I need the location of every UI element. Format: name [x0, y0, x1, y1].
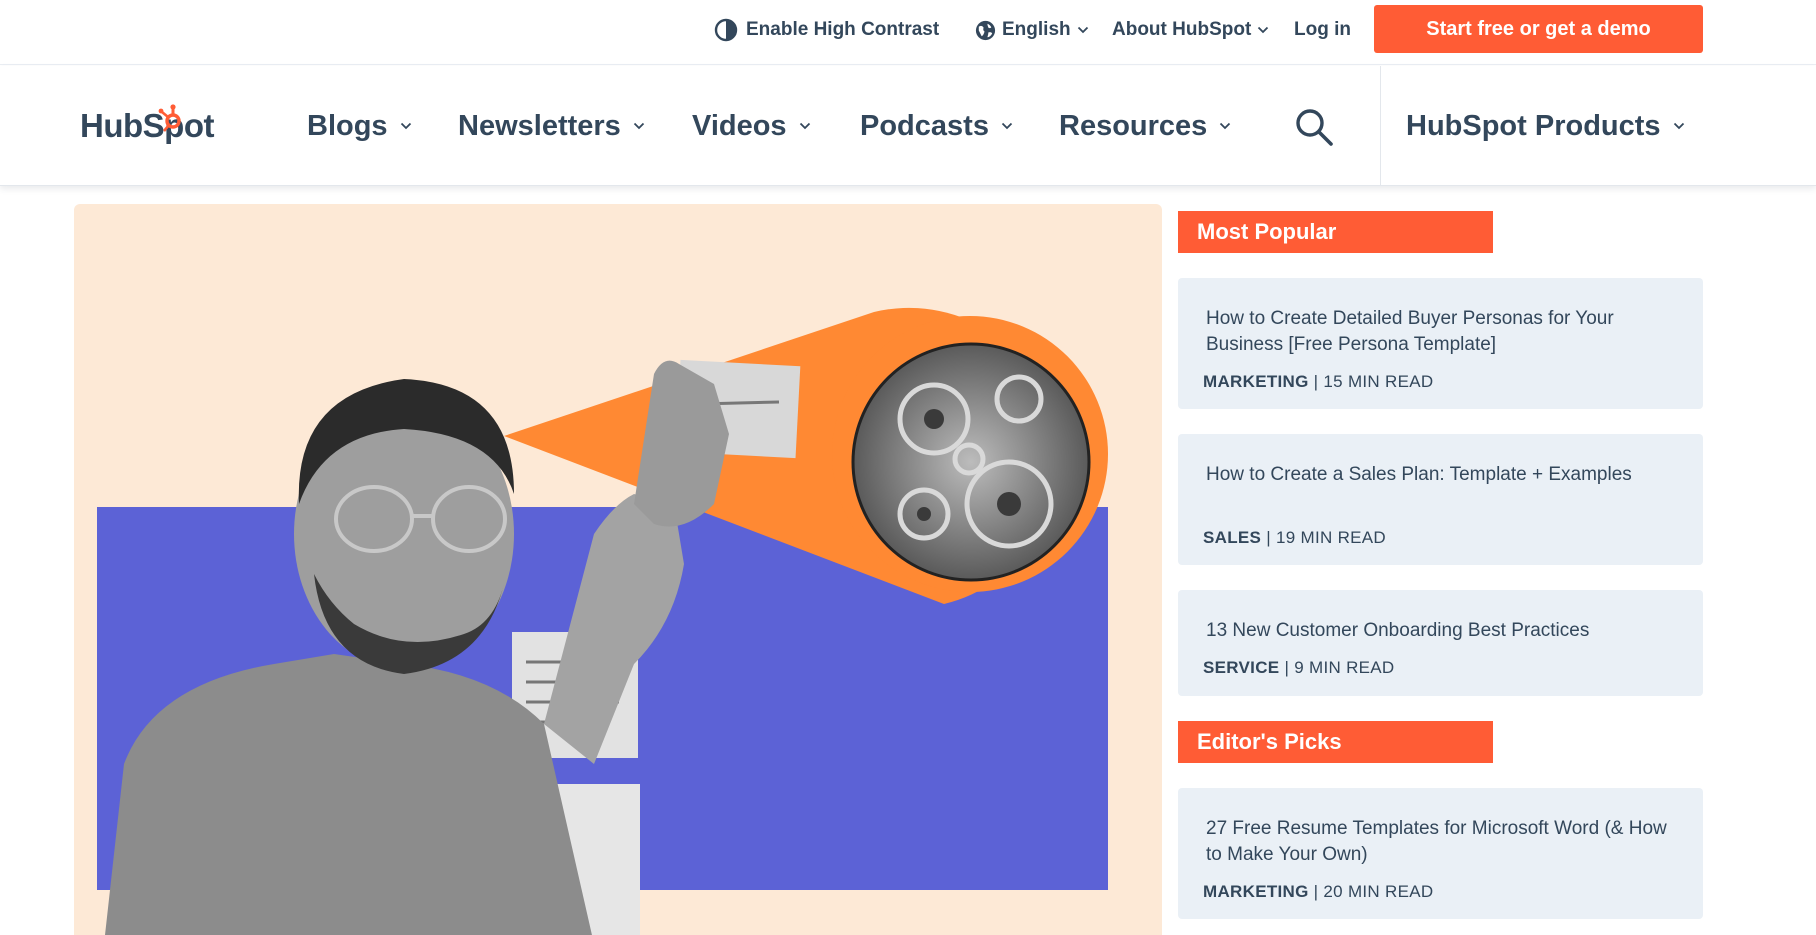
- logo-text: HubSpot: [80, 107, 214, 144]
- contrast-icon: [714, 18, 738, 42]
- nav-videos-label: Videos: [692, 109, 787, 142]
- nav-podcasts-label: Podcasts: [860, 109, 989, 142]
- nav-resources-label: Resources: [1059, 109, 1208, 142]
- article-title[interactable]: How to Create Detailed Buyer Personas fo…: [1206, 306, 1686, 358]
- meta-separator: |: [1308, 372, 1324, 391]
- chevron-down-icon: [400, 122, 412, 130]
- article-category[interactable]: SERVICE: [1203, 658, 1279, 677]
- article-read-time: 19 MIN READ: [1275, 528, 1387, 547]
- article-card[interactable]: How to Create Detailed Buyer Personas fo…: [1178, 278, 1703, 409]
- gears-circle: [851, 342, 1091, 582]
- nav-newsletters[interactable]: Newsletters: [458, 108, 645, 144]
- article-title[interactable]: 27 Free Resume Templates for Microsoft W…: [1206, 816, 1686, 868]
- search-icon: [1293, 109, 1335, 152]
- high-contrast-toggle[interactable]: Enable High Contrast: [714, 18, 939, 42]
- chevron-down-icon: [1219, 122, 1231, 130]
- chevron-down-icon: [1673, 122, 1685, 130]
- search-button[interactable]: [1293, 106, 1335, 148]
- chevron-down-icon: [799, 122, 811, 130]
- hubspot-products-label: HubSpot Products: [1406, 109, 1661, 142]
- article-meta: SALES | 19 MIN READ: [1203, 528, 1386, 548]
- hubspot-logo[interactable]: HubSpot: [80, 104, 214, 146]
- login-link[interactable]: Log in: [1294, 18, 1351, 42]
- hubspot-products-menu[interactable]: HubSpot Products: [1406, 108, 1685, 144]
- editors-picks-heading: Editor's Picks: [1178, 721, 1493, 763]
- nav-podcasts[interactable]: Podcasts: [860, 108, 1013, 144]
- utility-bar: Enable High Contrast English About HubSp…: [0, 0, 1816, 65]
- nav-divider: [1380, 66, 1381, 186]
- globe-icon: [974, 19, 997, 42]
- article-meta: MARKETING | 15 MIN READ: [1203, 372, 1433, 392]
- nav-resources[interactable]: Resources: [1059, 108, 1231, 144]
- chevron-down-icon: [1257, 26, 1269, 34]
- article-read-time: 9 MIN READ: [1294, 658, 1395, 677]
- chevron-down-icon: [1077, 26, 1089, 34]
- nav-newsletters-label: Newsletters: [458, 109, 621, 142]
- article-category[interactable]: MARKETING: [1203, 882, 1309, 901]
- start-free-demo-button[interactable]: Start free or get a demo: [1374, 5, 1703, 53]
- article-title[interactable]: How to Create a Sales Plan: Template + E…: [1206, 462, 1686, 488]
- chevron-down-icon: [1001, 122, 1013, 130]
- article-category[interactable]: SALES: [1203, 528, 1261, 547]
- article-card[interactable]: How to Create a Sales Plan: Template + E…: [1178, 434, 1703, 565]
- article-card[interactable]: 13 New Customer Onboarding Best Practice…: [1178, 590, 1703, 696]
- about-hubspot-menu[interactable]: About HubSpot: [1112, 18, 1269, 42]
- article-read-time: 20 MIN READ: [1323, 882, 1434, 901]
- language-selector[interactable]: English: [974, 18, 1089, 42]
- article-meta: SERVICE | 9 MIN READ: [1203, 658, 1395, 678]
- article-meta: MARKETING | 20 MIN READ: [1203, 882, 1433, 902]
- login-label: Log in: [1294, 19, 1351, 40]
- article-category[interactable]: MARKETING: [1203, 372, 1309, 391]
- article-card[interactable]: 27 Free Resume Templates for Microsoft W…: [1178, 788, 1703, 919]
- hero-illustration: [97, 307, 1108, 935]
- meta-separator: |: [1261, 528, 1276, 547]
- language-label: English: [1002, 19, 1071, 40]
- about-hubspot-label: About HubSpot: [1112, 19, 1252, 40]
- most-popular-heading: Most Popular: [1178, 211, 1493, 253]
- meta-separator: |: [1279, 658, 1295, 677]
- meta-separator: |: [1308, 882, 1324, 901]
- featured-article-hero[interactable]: [74, 204, 1162, 935]
- article-title[interactable]: 13 New Customer Onboarding Best Practice…: [1206, 618, 1686, 644]
- nav-blogs[interactable]: Blogs: [307, 108, 412, 144]
- main-navigation: HubSpot Blogs Newsletters Videos Podcast…: [0, 66, 1816, 186]
- high-contrast-label: Enable High Contrast: [746, 19, 940, 40]
- nav-videos[interactable]: Videos: [692, 108, 811, 144]
- article-read-time: 15 MIN READ: [1323, 372, 1434, 391]
- nav-blogs-label: Blogs: [307, 109, 388, 142]
- chevron-down-icon: [633, 122, 645, 130]
- sprocket-icon: [158, 104, 184, 142]
